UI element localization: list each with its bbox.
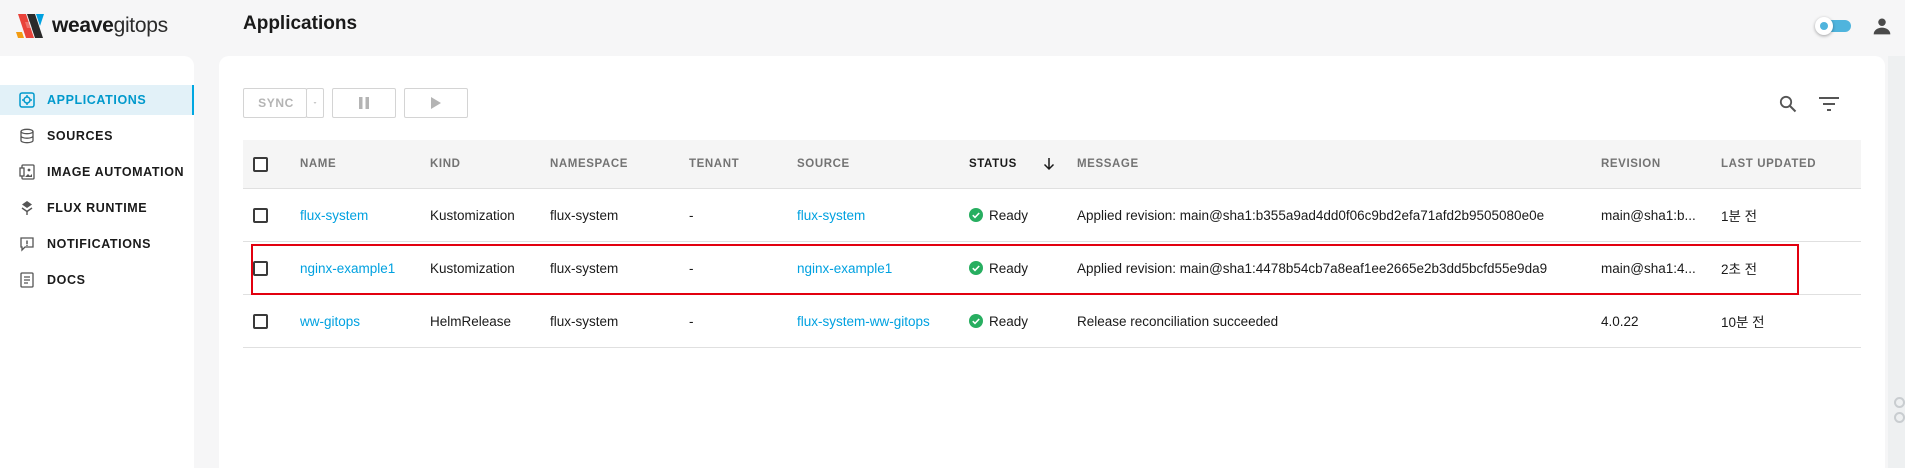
toggle-knob xyxy=(1815,17,1833,35)
sidebar-item-flux-runtime[interactable]: FLUX RUNTIME xyxy=(0,193,194,223)
namespace-cell: flux-system xyxy=(550,313,619,329)
sidebar: APPLICATIONS SOURCES IMAGE AUTOMATION FL… xyxy=(0,56,194,468)
sidebar-item-notifications[interactable]: NOTIFICATIONS xyxy=(0,229,194,259)
sidebar-item-sources[interactable]: SOURCES xyxy=(0,121,194,151)
applications-icon xyxy=(19,92,35,108)
row-checkbox[interactable] xyxy=(253,313,268,329)
message-cell: Applied revision: main@sha1:b355a9ad4dd0… xyxy=(1077,207,1545,223)
flux-runtime-icon xyxy=(21,201,33,215)
notifications-icon xyxy=(20,237,34,252)
sync-button[interactable]: SYNC xyxy=(243,88,307,118)
sidebar-item-label: IMAGE AUTOMATION xyxy=(47,165,185,179)
search-icon[interactable] xyxy=(1779,95,1797,113)
app-name-link[interactable]: ww-gitops xyxy=(300,295,360,347)
ready-check-icon xyxy=(969,208,983,222)
logo-text: weavegitops xyxy=(52,14,168,37)
kind-cell: Kustomization xyxy=(430,207,515,223)
revision-cell: 4.0.22 xyxy=(1601,313,1639,329)
applications-table: NAME KIND NAMESPACE TENANT SOURCE STATUS… xyxy=(243,140,1861,348)
ready-check-icon xyxy=(969,261,983,275)
applications-panel: SYNC NAME KIND NAMESPACE TENANT SOURCE S… xyxy=(219,56,1885,468)
page-title: Applications xyxy=(243,13,358,34)
sync-options-button[interactable] xyxy=(306,88,324,118)
table-header: NAME KIND NAMESPACE TENANT SOURCE STATUS… xyxy=(243,140,1861,189)
pause-icon xyxy=(359,97,369,109)
status-cell: Ready xyxy=(969,295,1028,347)
user-account-icon[interactable] xyxy=(1872,16,1892,36)
image-automation-icon xyxy=(19,164,35,180)
column-header-source[interactable]: SOURCE xyxy=(797,140,850,188)
message-cell: Release reconciliation succeeded xyxy=(1077,313,1279,329)
select-all-cell xyxy=(253,140,268,188)
table-row: ww-gitops HelmRelease flux-system - flux… xyxy=(243,295,1861,348)
app-name-link[interactable]: flux-system xyxy=(300,189,368,241)
ready-check-icon xyxy=(969,314,983,328)
column-header-status[interactable]: STATUS xyxy=(969,140,1017,188)
app-name-link[interactable]: nginx-example1 xyxy=(300,242,395,294)
column-header-message[interactable]: MESSAGE xyxy=(1077,140,1139,188)
last-updated-cell: 10분 전 xyxy=(1721,315,1765,330)
sidebar-item-label: DOCS xyxy=(47,273,86,287)
row-checkbox[interactable] xyxy=(253,207,268,223)
suspend-button[interactable] xyxy=(332,88,396,118)
source-link[interactable]: flux-system xyxy=(797,189,865,241)
sort-descending-icon-wrap xyxy=(1043,140,1055,188)
sort-arrow-down-icon[interactable] xyxy=(1043,157,1055,171)
tenant-cell: - xyxy=(689,260,694,276)
tenant-cell: - xyxy=(689,313,694,329)
sidebar-item-docs[interactable]: DOCS xyxy=(0,265,194,295)
revision-cell: main@sha1:b... xyxy=(1601,207,1696,223)
decoration-circle xyxy=(1894,397,1905,408)
weave-logo-icon xyxy=(16,14,44,38)
last-updated-cell: 1분 전 xyxy=(1721,209,1758,224)
row-checkbox[interactable] xyxy=(253,260,268,276)
column-header-kind[interactable]: KIND xyxy=(430,140,461,188)
table-row: flux-system Kustomization flux-system - … xyxy=(243,189,1861,242)
dark-mode-toggle[interactable] xyxy=(1815,17,1853,35)
sidebar-item-label: NOTIFICATIONS xyxy=(47,237,152,251)
row-select-cell xyxy=(253,295,268,347)
source-link[interactable]: nginx-example1 xyxy=(797,242,892,294)
filter-icon[interactable] xyxy=(1818,95,1840,113)
namespace-cell: flux-system xyxy=(550,207,619,223)
status-cell: Ready xyxy=(969,242,1028,294)
last-updated-cell: 2초 전 xyxy=(1721,262,1758,277)
sidebar-item-label: SOURCES xyxy=(47,129,114,143)
column-header-name[interactable]: NAME xyxy=(300,140,336,188)
sidebar-item-applications[interactable]: APPLICATIONS xyxy=(0,85,194,115)
sidebar-item-label: FLUX RUNTIME xyxy=(47,201,148,215)
column-header-last-updated[interactable]: LAST UPDATED xyxy=(1721,140,1816,188)
play-icon xyxy=(431,97,441,109)
sidebar-item-label: APPLICATIONS xyxy=(47,93,147,107)
column-header-tenant[interactable]: TENANT xyxy=(689,140,739,188)
status-text: Ready xyxy=(989,207,1029,223)
kind-cell: HelmRelease xyxy=(430,313,512,329)
table-row: nginx-example1 Kustomization flux-system… xyxy=(243,242,1861,295)
revision-cell: main@sha1:4... xyxy=(1601,260,1696,276)
docs-icon xyxy=(20,272,34,288)
status-text: Ready xyxy=(989,313,1029,329)
resume-button[interactable] xyxy=(404,88,468,118)
status-cell: Ready xyxy=(969,189,1028,241)
caret-down-icon xyxy=(313,102,317,104)
namespace-cell: flux-system xyxy=(550,260,619,276)
status-text: Ready xyxy=(989,260,1029,276)
kind-cell: Kustomization xyxy=(430,260,515,276)
tenant-cell: - xyxy=(689,207,694,223)
sidebar-item-image-automation[interactable]: IMAGE AUTOMATION xyxy=(0,157,194,187)
column-header-revision[interactable]: REVISION xyxy=(1601,140,1661,188)
weave-gitops-logo[interactable]: weavegitops xyxy=(14,10,168,42)
row-select-cell xyxy=(253,189,268,241)
message-cell: Applied revision: main@sha1:4478b54cb7a8… xyxy=(1077,260,1548,276)
column-header-namespace[interactable]: NAMESPACE xyxy=(550,140,628,188)
decoration-circle xyxy=(1894,412,1905,423)
row-select-cell xyxy=(253,242,268,294)
sources-icon xyxy=(20,128,34,144)
select-all-checkbox[interactable] xyxy=(253,156,268,172)
source-link[interactable]: flux-system-ww-gitops xyxy=(797,295,930,347)
